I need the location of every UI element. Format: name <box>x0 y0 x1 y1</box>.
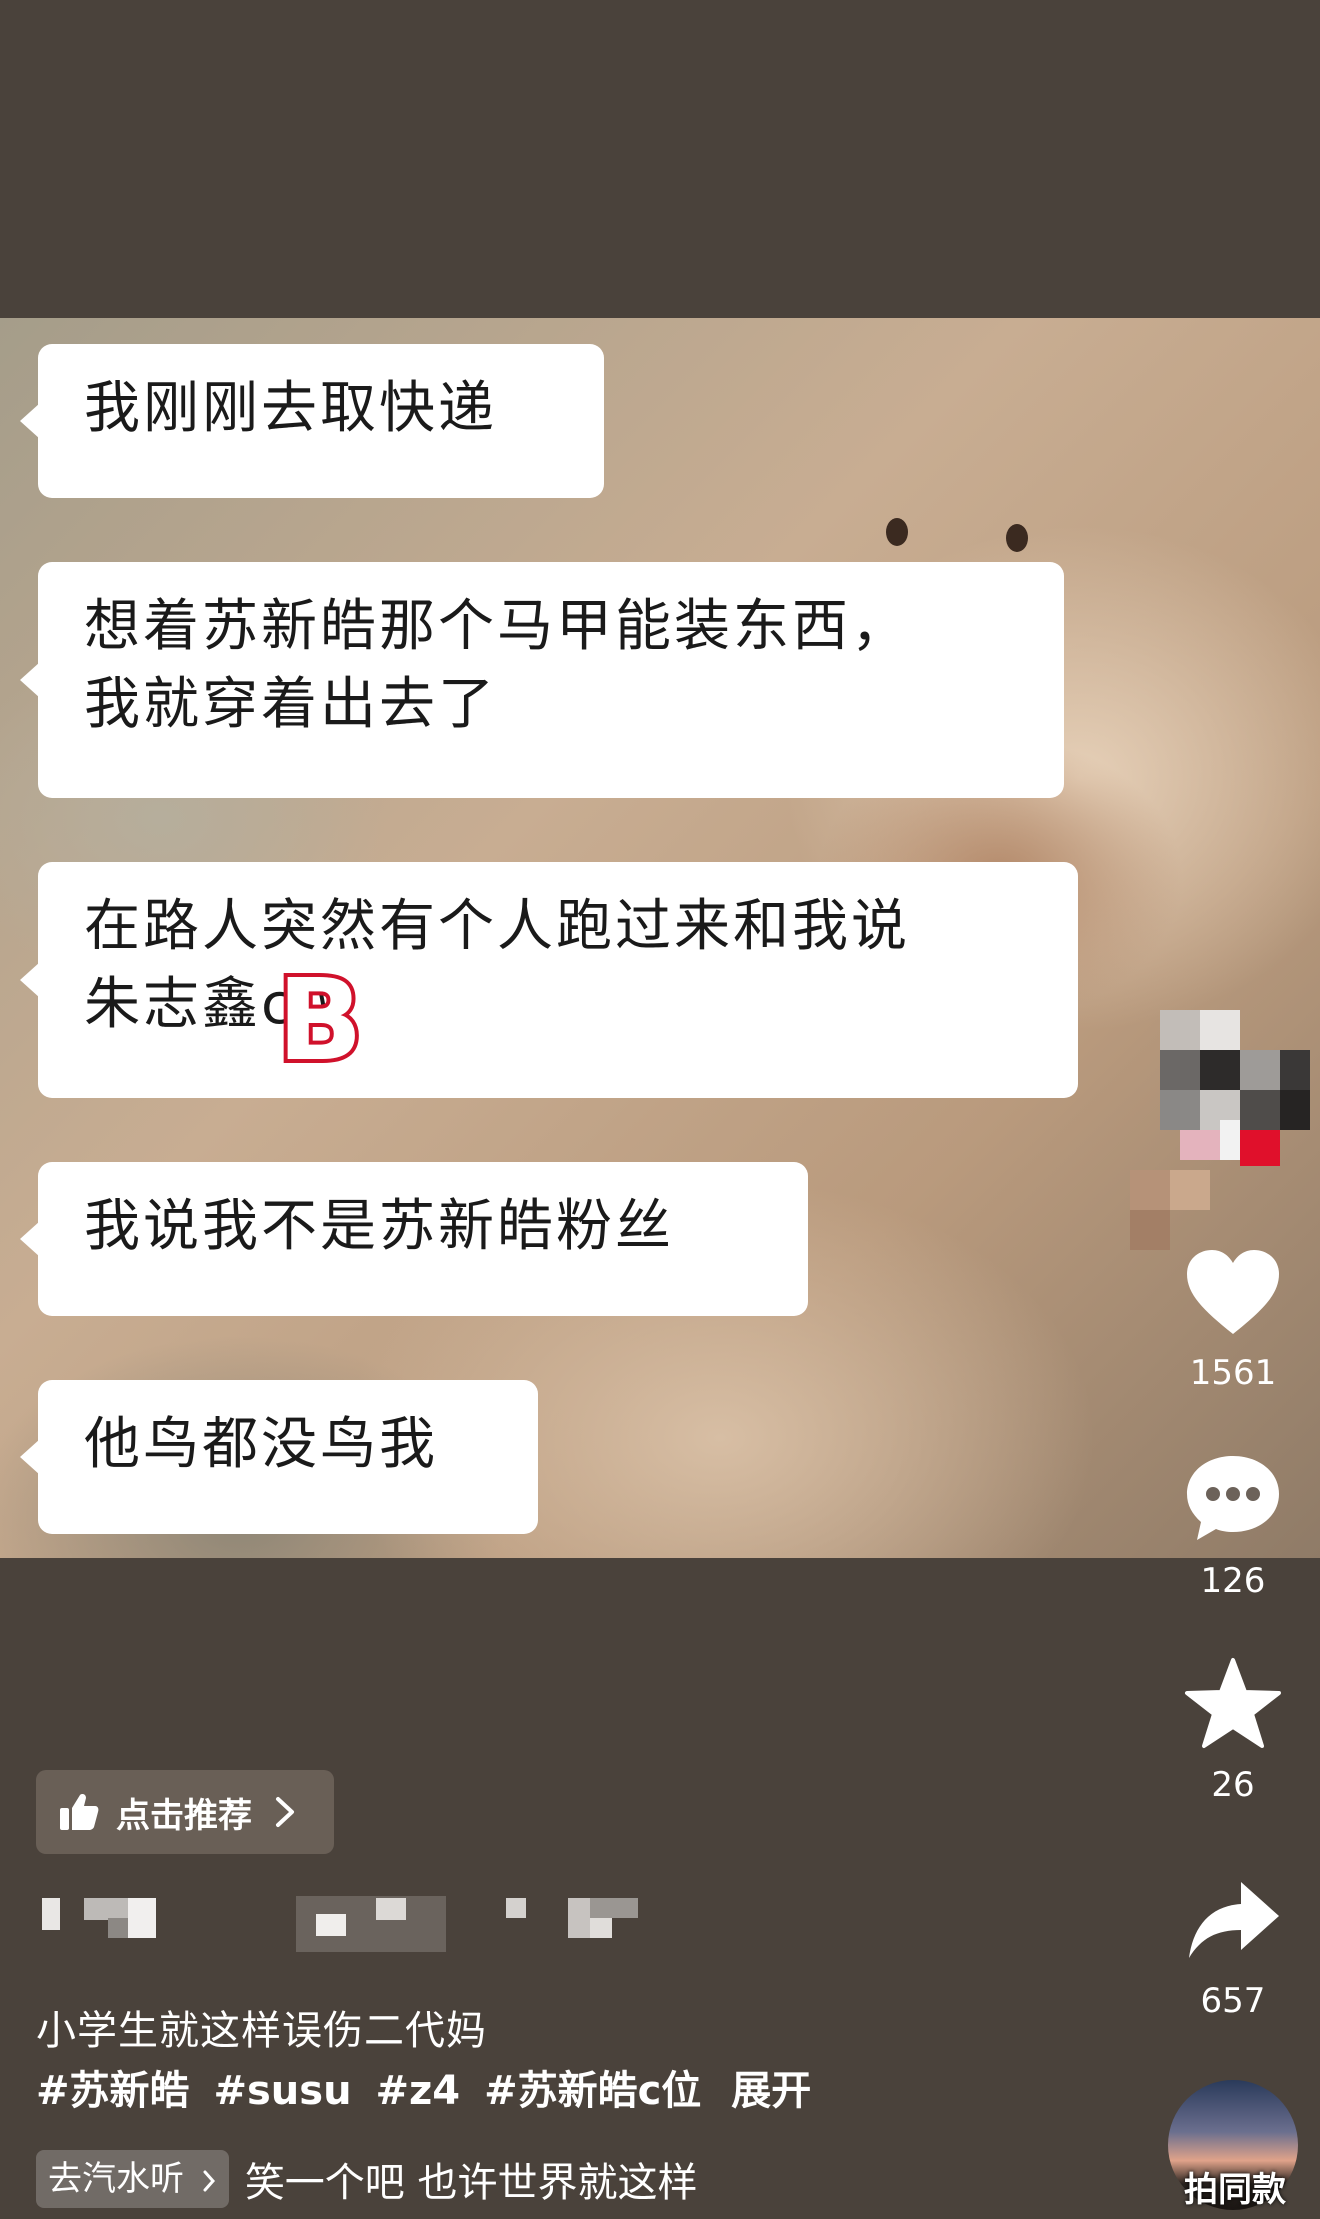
music-title: 笑一个吧 也许世界就这样 <box>244 2160 698 2206</box>
favorite-count: 26 <box>1211 1765 1255 1805</box>
chevron-right-icon <box>203 2170 215 2191</box>
share-action[interactable]: 657 <box>1158 1876 1308 2021</box>
chat-line: 在路人突然有个人跑过来和我说 <box>84 894 910 959</box>
recommend-label: 点击推荐 <box>116 1795 252 1836</box>
star-icon <box>1185 1658 1281 1748</box>
same-style-label[interactable]: 拍同款 <box>1168 2162 1302 2211</box>
chat-bubble-3: 在路人突然有个人跑过来和我说 朱志鑫c位 <box>20 862 1078 1098</box>
heart-icon <box>1187 1250 1279 1334</box>
like-action[interactable]: 1561 <box>1158 1246 1308 1393</box>
share-arrow-icon <box>1189 1882 1279 1958</box>
music-row[interactable]: 去汽水听 笑一个吧 也许世界就这样 <box>36 2150 698 2208</box>
recommend-button[interactable]: 点击推荐 <box>36 1770 334 1854</box>
chat-line: 我说我不是苏新皓粉丝 <box>84 1194 674 1259</box>
username-mosaic[interactable] <box>36 1880 676 1952</box>
chat-bubble-2: 想着苏新皓那个马甲能装东西， 我就穿着出去了 <box>20 562 1064 798</box>
hashtag-row: #苏新皓 #susu #z4 #苏新皓c位 展开 <box>36 2058 821 2116</box>
chat-line: 我就穿着出去了 <box>84 672 497 737</box>
hashtag-link[interactable]: #苏新皓c位 <box>484 2068 701 2114</box>
comment-count: 126 <box>1200 1561 1266 1601</box>
hashtag-link[interactable]: #susu <box>213 2068 351 2114</box>
share-count: 657 <box>1200 1981 1266 2021</box>
chat-line: 我刚刚去取快递 <box>84 376 497 441</box>
thumbs-up-icon <box>60 1794 99 1830</box>
chat-bubble-5: 他鸟都没鸟我 <box>20 1380 538 1534</box>
music-badge[interactable]: 去汽水听 <box>36 2150 229 2208</box>
chat-bubble-1: 我刚刚去取快递 <box>20 344 604 498</box>
chat-line: 朱志鑫c位 <box>84 972 354 1037</box>
chat-line: 他鸟都没鸟我 <box>84 1412 438 1477</box>
comment-action[interactable]: 126 <box>1158 1450 1308 1601</box>
plush-eye-right <box>1006 524 1028 552</box>
creator-avatar-mosaic[interactable] <box>1120 960 1320 1260</box>
b-logo-overlay: B <box>273 956 366 1086</box>
video-caption: 小学生就这样误伤二代妈 <box>36 2008 487 2054</box>
chat-bubble-4: 我说我不是苏新皓粉丝 <box>20 1162 808 1316</box>
favorite-action[interactable]: 26 <box>1158 1656 1308 1805</box>
plush-eye-left <box>886 518 908 546</box>
like-count: 1561 <box>1189 1353 1277 1393</box>
expand-link[interactable]: 展开 <box>731 2068 811 2114</box>
comment-icon <box>1187 1456 1279 1540</box>
hashtag-link[interactable]: #苏新皓 <box>36 2068 190 2114</box>
chat-line: 想着苏新皓那个马甲能装东西， <box>84 594 910 659</box>
chevron-right-icon <box>276 1797 294 1827</box>
hashtag-link[interactable]: #z4 <box>375 2068 460 2114</box>
music-badge-label: 去汽水听 <box>48 2159 184 2199</box>
